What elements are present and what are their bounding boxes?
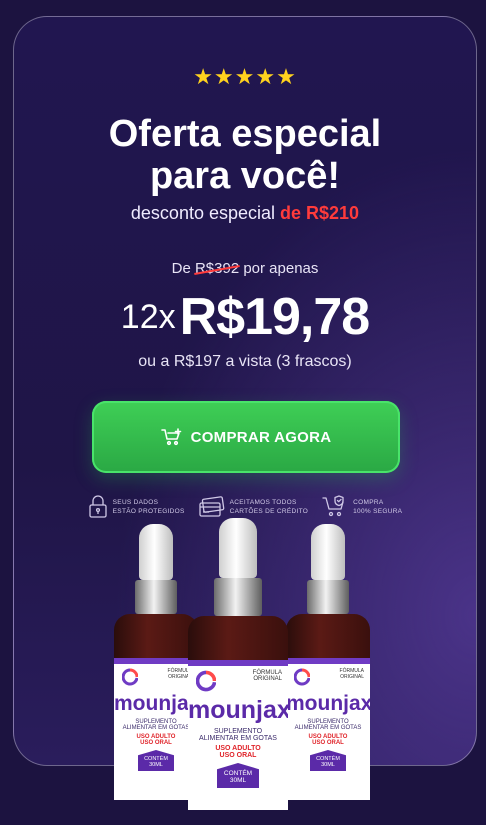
rating-stars: ★★★★★ bbox=[193, 64, 297, 89]
product-bottle-center: FÓRMULA ORIGINAL mounjax SUPLEMENTO ALIME… bbox=[188, 518, 288, 810]
installment-value: R$19,78 bbox=[179, 288, 371, 346]
old-price: R$392 bbox=[194, 260, 240, 277]
badge-2-line2: CARTÕES DE CRÉDITO bbox=[229, 508, 309, 515]
badge-1-line1: SEUS DADOS bbox=[112, 499, 159, 506]
bottle-label: FÓRMULA ORIGINAL mounjax SUPLEMENTO ALIME… bbox=[114, 658, 198, 800]
product-desc-line2: ALIMENTAR EM GOTAS bbox=[199, 735, 277, 742]
product-brand: mounjax bbox=[114, 692, 198, 715]
trust-badges: SEUS DADOS ESTÃO PROTEGIDOS ACEITAMOS TOD… bbox=[14, 495, 476, 519]
bottle-glass: FÓRMULA ORIGINAL mounjax SUPLEMENTO ALIME… bbox=[286, 614, 370, 800]
formula-line2: ORIGINAL bbox=[340, 674, 364, 680]
secure-cart-icon bbox=[322, 495, 344, 517]
formula-line2: ORIGINAL bbox=[253, 676, 282, 682]
bottle-dropper bbox=[139, 524, 173, 580]
buy-now-button[interactable]: COMPRAR AGORA bbox=[92, 401, 400, 473]
bottle-glass: FÓRMULA ORIGINAL mounjax SUPLEMENTO ALIME… bbox=[114, 614, 198, 800]
product-desc-line2: ALIMENTAR EM GOTAS bbox=[294, 725, 362, 731]
brand-logo-icon bbox=[121, 668, 139, 688]
product-use-line2: USO ORAL bbox=[312, 740, 344, 746]
bottle-glass: FÓRMULA ORIGINAL mounjax SUPLEMENTO ALIME… bbox=[188, 616, 288, 810]
lock-icon bbox=[89, 495, 107, 518]
installment-count: 12x bbox=[120, 297, 176, 336]
product-use-line2: USO ORAL bbox=[140, 740, 172, 746]
content-line2: 30ml bbox=[321, 762, 335, 768]
offer-title: Oferta especial para você! bbox=[14, 113, 476, 197]
badge-data-protected: SEUS DADOS ESTÃO PROTEGIDOS bbox=[88, 495, 185, 519]
product-bottles: FÓRMULA ORIGINAL mounjax SUPLEMENTO ALIME… bbox=[100, 518, 370, 810]
discount-amount: de R$210 bbox=[280, 203, 360, 223]
discount-subtitle: desconto especial de R$210 bbox=[14, 203, 476, 224]
credit-card-icon bbox=[199, 496, 224, 517]
badge-3-line1: COMPRA bbox=[353, 499, 384, 506]
content-badge: CONTÉM 30ml bbox=[217, 763, 259, 788]
original-price-line: De R$392 por apenas bbox=[14, 260, 476, 277]
content-line2: 30ml bbox=[229, 777, 247, 784]
product-bottle-left: FÓRMULA ORIGINAL mounjax SUPLEMENTO ALIME… bbox=[114, 524, 198, 800]
content-badge: CONTÉM 30ml bbox=[138, 750, 174, 771]
product-desc-line2: ALIMENTAR EM GOTAS bbox=[122, 725, 190, 731]
badge-2-line1: ACEITAMOS TODOS bbox=[229, 499, 297, 506]
product-brand: mounjax bbox=[188, 696, 288, 724]
brand-logo-icon bbox=[195, 670, 217, 694]
bottle-label: FÓRMULA ORIGINAL mounjax SUPLEMENTO ALIME… bbox=[188, 660, 288, 810]
product-use-line2: USO ORAL bbox=[219, 752, 257, 759]
offer-title-line1: Oferta especial bbox=[108, 113, 382, 155]
bottle-collar bbox=[135, 580, 177, 614]
product-use-line1: USO ADULTO bbox=[215, 745, 261, 752]
cash-offer: ou a R$197 a vista (3 frascos) bbox=[138, 353, 352, 370]
discount-prefix: desconto especial bbox=[130, 203, 281, 223]
badge-1-line2: ESTÃO PROTEGIDOS bbox=[112, 508, 185, 515]
installment-price: 12xR$19,78 bbox=[14, 287, 476, 347]
bottle-dropper bbox=[219, 518, 257, 578]
product-brand: mounjax bbox=[286, 692, 370, 715]
buy-now-label: COMPRAR AGORA bbox=[190, 428, 332, 446]
content-line2: 30ml bbox=[149, 762, 163, 768]
content-badge: CONTÉM 30ml bbox=[310, 750, 346, 771]
badge-cards-accepted: ACEITAMOS TODOS CARTÕES DE CRÉDITO bbox=[199, 495, 308, 519]
badge-secure-purchase: COMPRA 100% SEGURA bbox=[322, 495, 402, 519]
content-line1: CONTÉM bbox=[223, 770, 253, 777]
bottle-collar bbox=[214, 578, 262, 616]
cart-plus-icon bbox=[160, 428, 181, 446]
offer-title-line2: para você! bbox=[149, 155, 341, 197]
brand-logo-icon bbox=[293, 668, 311, 688]
product-desc-line1: SUPLEMENTO bbox=[213, 728, 263, 735]
bottle-label: FÓRMULA ORIGINAL mounjax SUPLEMENTO ALIME… bbox=[286, 658, 370, 800]
bottle-collar bbox=[307, 580, 349, 614]
bottle-dropper bbox=[311, 524, 345, 580]
product-bottle-right: FÓRMULA ORIGINAL mounjax SUPLEMENTO ALIME… bbox=[286, 524, 370, 800]
from-prefix: De bbox=[171, 260, 195, 277]
badge-3-line2: 100% SEGURA bbox=[353, 508, 403, 515]
from-suffix: por apenas bbox=[239, 260, 319, 277]
